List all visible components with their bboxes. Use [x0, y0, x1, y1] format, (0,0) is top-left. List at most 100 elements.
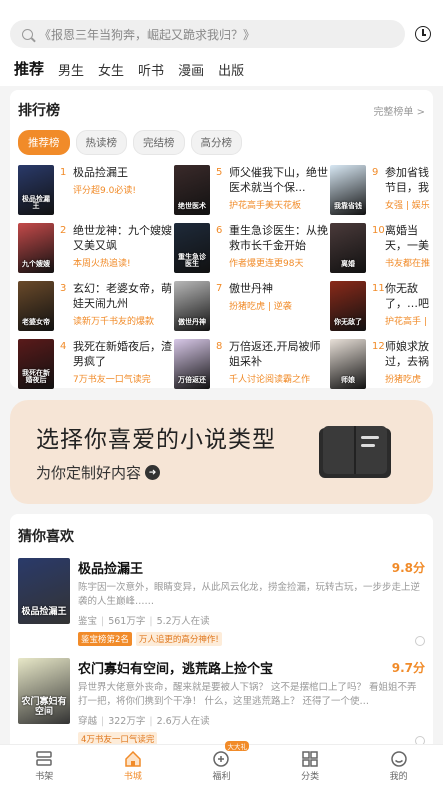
nav-label: 我的: [389, 772, 408, 782]
book-tag: 读新万千书友的爆款: [73, 317, 155, 327]
tab-audiobook[interactable]: 听书: [138, 60, 164, 79]
ranking-tab-highscore[interactable]: 高分榜: [190, 130, 242, 155]
cover-title: 极品捡漏王: [22, 194, 50, 211]
guess-item[interactable]: 农门寡妇有空间 农门寡妇有空间，逃荒路上捡个宝 9.7分异世界大佬意外丧命，醒来就是…: [18, 658, 425, 746]
guess-title: 猜你喜欢: [18, 529, 74, 545]
bottom-nav: 书架 书城 福利 大大礼分类 我的: [0, 741, 443, 788]
book-title: 我死在新婚夜后，渣男疯了: [73, 340, 172, 368]
ranking-item[interactable]: 你无敌了 11你无敌了，…吧护花高手 | 都…: [330, 281, 430, 333]
guess-list: 极品捡漏王 极品捡漏王 9.8分 陈宇因一次意外，眼睛变异，从此风云化龙，捞金捡漏，玩…: [18, 558, 425, 746]
book-tag: 书友都在推荐: [385, 259, 430, 269]
book-cover: 重生急诊医生: [174, 223, 210, 273]
tab-comic[interactable]: 漫画: [178, 60, 204, 79]
ranking-item[interactable]: 老婆女帝 3 玄幻：老婆女帝，萌娃天闹九州 读新万千书友的爆款: [18, 281, 174, 333]
nav-item-2[interactable]: 福利 大大礼: [191, 741, 251, 782]
rank-number: 2: [60, 225, 67, 236]
meta-item: 5.2万人在读: [145, 616, 209, 627]
rank-number: 7: [216, 283, 223, 294]
rank-number: 9: [372, 167, 379, 178]
tab-male[interactable]: 男生: [58, 60, 84, 79]
top-tabs: 推荐 男生 女生 听书 漫画 出版: [10, 58, 431, 79]
meta-item: 穿越: [78, 716, 98, 727]
book-title: 万倍返还,开局被师姐采补: [229, 340, 321, 368]
book-title: 农门寡妇有空间，逃荒路上捡个宝: [78, 662, 274, 677]
genre-banner[interactable]: 选择你喜爱的小说类型 为你定制好内容 ➜: [10, 400, 433, 504]
search-placeholder: 《报恩三年当狗奔，崛起又跪求我归？》: [39, 27, 256, 42]
search-bar[interactable]: 《报恩三年当狗奔，崛起又跪求我归？》: [10, 20, 405, 48]
ranking-item[interactable]: 傲世丹神 7 傲世丹神 扮猪吃虎 | 逆袭: [174, 281, 330, 333]
rank-number: 8: [216, 341, 223, 352]
banner-subtitle-text: 为你定制好内容: [36, 464, 142, 482]
rank-number: 4: [60, 341, 67, 352]
nav-label: 书城: [123, 772, 142, 782]
tab-female[interactable]: 女生: [98, 60, 124, 79]
ranking-tab-finished[interactable]: 完结榜: [133, 130, 185, 155]
book-cover: 你无敌了: [330, 281, 366, 331]
book-cover: 我死在新婚夜后: [18, 339, 54, 389]
ranking-title: 排行榜: [18, 103, 60, 119]
book-cover: 极品捡漏王: [18, 165, 54, 215]
ranking-item[interactable]: 离婚 10离婚当天，一美女求… 书友都在推荐: [330, 223, 430, 275]
full-ranking-link[interactable]: 完整榜单 >: [373, 103, 425, 118]
gift-icon: [212, 751, 230, 767]
rank-number: 6: [216, 225, 223, 236]
book-tag: 护花高手美天花板: [229, 201, 302, 211]
ranking-card: 排行榜 完整榜单 > 推荐榜 热读榜 完结榜 高分榜 极品捡漏王 1 极品捡漏王 评分…: [10, 90, 433, 391]
book-cover: 万倍返还: [174, 339, 210, 389]
book-cover: 傲世丹神: [174, 281, 210, 331]
book-meta: 穿越322万字2.6万人在读: [78, 713, 425, 727]
grid-icon: [301, 751, 319, 767]
search-icon: [22, 28, 33, 40]
book-title: 你无敌了，…吧: [385, 282, 429, 310]
nav-item-3[interactable]: 分类: [280, 751, 340, 782]
tab-publish[interactable]: 出版: [218, 60, 244, 79]
ranking-item[interactable]: 九个嫂嫂 2 绝世龙神：九个嫂嫂又美又飒 本周火热追读!: [18, 223, 174, 275]
cover-title: 万倍返还: [178, 376, 206, 385]
book-tag: 护花高手 | 都…: [385, 317, 430, 327]
ranking-item[interactable]: 绝世医术 5 师父催我下山，绝世医术就当个保... 护花高手美天花板: [174, 165, 330, 217]
ranking-tab-hot[interactable]: 热读榜: [75, 130, 127, 155]
nav-item-1[interactable]: 书城: [103, 750, 163, 782]
book-score: 9.7分: [391, 661, 425, 675]
ranking-item[interactable]: 我靠省钱 9 参加省钱节目，我带… 女强 | 娱乐: [330, 165, 430, 217]
meta-item: 322万字: [97, 716, 145, 727]
book-tag: 作者爆更连更98天: [229, 259, 304, 269]
guess-item[interactable]: 极品捡漏王 极品捡漏王 9.8分 陈宇因一次意外，眼睛变异，从此风云化龙，捞金捡漏，玩…: [18, 558, 425, 646]
ranking-item[interactable]: 极品捡漏王 1 极品捡漏王 评分超9.0必读!: [18, 165, 174, 217]
bookshelf-icon: [35, 751, 53, 767]
nav-item-0[interactable]: 书架: [14, 751, 74, 782]
meta-item: 2.6万人在读: [145, 716, 209, 727]
book-cover: 九个嫂嫂: [18, 223, 54, 273]
book-cover: 师娘: [330, 339, 366, 389]
book-tag: 扮猪吃虎: [385, 375, 422, 385]
book-tag: 千人讨论阅读霸之作: [229, 375, 311, 385]
nav-item-4[interactable]: 我的: [369, 751, 429, 782]
ranking-item[interactable]: 师娘 12师娘求放过，去祸害你… 扮猪吃虎: [330, 339, 430, 391]
book-title: 师父催我下山，绝世医术就当个保...: [229, 166, 328, 194]
nav-label: 分类: [301, 772, 320, 782]
cover-title: 我靠省钱: [334, 202, 362, 211]
rank-number: 5: [216, 167, 223, 178]
book-description: 异世界大佬意外丧命，醒来就是要被人下锅？ 这不是摆棺口上了吗？ 看姐姐不弄打一把…: [78, 682, 417, 707]
ranking-item[interactable]: 万倍返还 8 万倍返还,开局被师姐采补千人讨论阅读霸之作: [174, 339, 330, 391]
meta-item: 鉴宝: [78, 616, 98, 627]
rank-number: 10: [372, 225, 385, 236]
book-title: 参加省钱节目，我带…: [385, 166, 429, 194]
book-cover: 极品捡漏王: [18, 558, 70, 624]
feedback-icon[interactable]: [415, 636, 425, 646]
book-badge: 万人追更的高分神作!: [135, 632, 222, 646]
ranking-item[interactable]: 重生急诊医生 6 重生急诊医生：从挽救市长千金开始 作者爆更连更98天: [174, 223, 330, 275]
book-cover: 农门寡妇有空间: [18, 658, 70, 724]
profile-icon: [390, 751, 408, 767]
nav-label: 福利: [212, 772, 231, 782]
arrow-right-icon: ➜: [145, 465, 161, 480]
cover-title: 绝世医术: [178, 202, 206, 211]
book-title: 玄幻：老婆女帝，萌娃天闹九州: [73, 282, 172, 310]
book-title: 离婚当天，一美女求…: [385, 224, 429, 252]
rank-number: 3: [60, 283, 67, 294]
book-meta: 鉴宝561万字5.2万人在读: [78, 613, 425, 627]
ranking-tab-recommend[interactable]: 推荐榜: [18, 130, 70, 155]
history-icon[interactable]: [415, 26, 431, 42]
ranking-item[interactable]: 我死在新婚夜后 4 我死在新婚夜后，渣男疯了 7万书友一口气读完: [18, 339, 174, 391]
tab-recommend[interactable]: 推荐: [14, 58, 44, 79]
